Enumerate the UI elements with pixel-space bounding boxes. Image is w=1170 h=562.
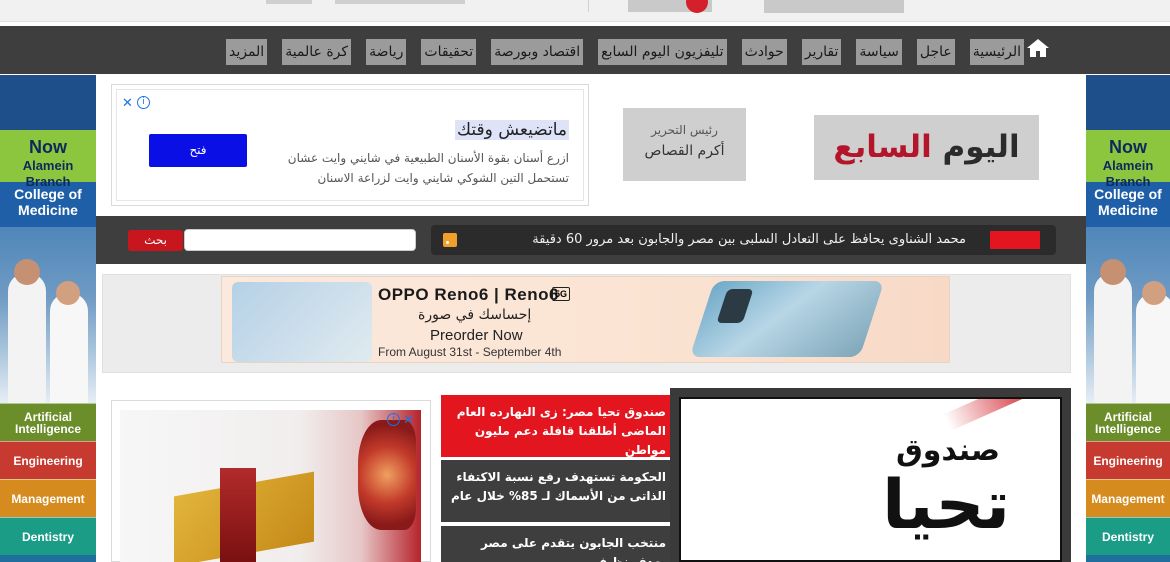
news-item[interactable]: الحكومة تستهدف رفع نسبة الاكتفاء الذاتى …	[441, 460, 672, 522]
editor-in-chief: رئيس التحرير أكرم القصاص	[623, 108, 746, 181]
banner-tab-engineering: Engineering	[1086, 441, 1170, 479]
nav-item-urgent[interactable]: عاجل	[916, 39, 955, 65]
search-button[interactable]: بحث	[128, 230, 183, 251]
editor-title: رئيس التحرير	[651, 123, 718, 137]
info-icon[interactable]: i	[137, 96, 150, 109]
close-icon[interactable]: ✕	[122, 96, 133, 111]
divider	[588, 0, 589, 12]
logo-word-1: اليوم	[942, 129, 1020, 165]
5g-badge: 5G	[552, 287, 571, 301]
left-side-banner[interactable]: Now Alamein Branch College of Medicine A…	[0, 75, 96, 562]
top-logo-placeholder[interactable]	[764, 0, 904, 13]
doctors-photo	[0, 227, 96, 403]
banner-tab-ai: Artificial Intelligence	[0, 403, 96, 441]
banner-tab-management: Management	[0, 479, 96, 517]
product-ad[interactable]: i ✕	[111, 400, 431, 562]
main-nav: الرئيسية عاجل سياسة تقارير حوادث تليفزيو…	[0, 26, 1170, 74]
banner-tab-management: Management	[1086, 479, 1170, 517]
doctors-photo	[1086, 227, 1170, 403]
top-link-placeholder[interactable]	[335, 0, 465, 4]
featured-word-2: تحيا	[882, 466, 1010, 545]
product-ad-image	[120, 410, 421, 562]
ticker-headline[interactable]: محمد الشناوى يحافظ على التعادل السلبى بي…	[532, 232, 966, 247]
nav-item-world-football[interactable]: كرة عالمية	[282, 39, 352, 65]
breaking-news-ticker: محمد الشناوى يحافظ على التعادل السلبى بي…	[431, 225, 1056, 255]
university-logo	[0, 75, 96, 130]
banner-college: College of Medicine	[0, 182, 96, 227]
branch-panel: Now Alamein Branch	[1086, 130, 1170, 189]
banner-tab-engineering: Engineering	[0, 441, 96, 479]
close-icon[interactable]: ✕	[403, 413, 414, 428]
featured-image: صندوق تحيا	[679, 397, 1062, 562]
top-link-placeholder[interactable]	[266, 0, 312, 4]
banner-tab-dentistry: Dentistry	[0, 517, 96, 555]
home-icon[interactable]	[1026, 37, 1050, 59]
ad-line: تستحمل التين الشوكي شايني وايت لزراعة ال…	[317, 171, 569, 185]
nav-item-economy[interactable]: اقتصاد وبورصة	[491, 39, 584, 65]
nav-item-sports[interactable]: رياضة	[366, 39, 407, 65]
ad-brand: OPPO Reno6 | Reno6	[378, 285, 559, 304]
nav-item-politics[interactable]: سياسة	[856, 39, 902, 65]
nav-item-tv[interactable]: تليفزيون اليوم السابع	[598, 39, 727, 65]
breaking-label	[990, 231, 1040, 249]
ad-frame: ✕ i ماتضيعش وقتك ازرع أسنان بقوة الأسنان…	[116, 89, 584, 201]
ad-dates: From August 31st - September 4th	[378, 345, 562, 359]
ad-line: ازرع أسنان بقوة الأسنان الطبيعية في شاين…	[287, 151, 569, 165]
nav-item-more[interactable]: المزيد	[225, 39, 268, 65]
rss-icon[interactable]	[443, 233, 457, 247]
banner-tab-dentistry: Dentistry	[1086, 517, 1170, 555]
editor-name: أكرم القصاص	[644, 143, 725, 159]
logo-word-2: السابع	[833, 129, 932, 165]
top-strip	[0, 0, 1170, 22]
info-icon[interactable]: i	[387, 413, 400, 426]
banner-tab-ai: Artificial Intelligence	[1086, 403, 1170, 441]
nav-menu: الرئيسية عاجل سياسة تقارير حوادث تليفزيو…	[225, 39, 1024, 65]
ad-cta: Preorder Now	[430, 327, 523, 344]
ad-tagline: إحساسك في صورة	[418, 307, 532, 323]
top-ad[interactable]: ✕ i ماتضيعش وقتك ازرع أسنان بقوة الأسنان…	[111, 84, 589, 206]
banner-now: Now	[1109, 137, 1147, 157]
featured-story[interactable]: صندوق تحيا	[670, 388, 1071, 562]
ad-open-button[interactable]: فتح	[149, 134, 247, 167]
banner-now: Now	[29, 137, 67, 157]
branch-panel: Now Alamein Branch	[0, 130, 96, 189]
ad-decoration	[232, 282, 372, 362]
right-side-banner[interactable]: Now Alamein Branch College of Medicine A…	[1086, 75, 1170, 562]
featured-word-1: صندوق	[895, 433, 1000, 468]
nav-item-investigations[interactable]: تحقيقات	[421, 39, 477, 65]
search-input[interactable]	[184, 229, 416, 251]
oppo-ad-banner[interactable]: OPPO Reno6 | Reno6 5G إحساسك في صورة Pre…	[221, 276, 950, 363]
banner-college: College of Medicine	[1086, 182, 1170, 227]
nav-item-home[interactable]: الرئيسية	[969, 39, 1024, 65]
news-item[interactable]: صندوق تحيا مصر: زى النهارده العام الماضى…	[441, 395, 672, 457]
ad-title[interactable]: ماتضيعش وقتك	[455, 120, 569, 140]
nav-item-reports[interactable]: تقارير	[801, 39, 842, 65]
site-logo[interactable]: اليوم السابع	[814, 115, 1039, 180]
nav-item-accidents[interactable]: حوادث	[741, 39, 787, 65]
news-item[interactable]: منتخب الجابون يتقدم على مصر بهدف نظيف	[441, 526, 672, 562]
university-logo	[1086, 75, 1170, 130]
